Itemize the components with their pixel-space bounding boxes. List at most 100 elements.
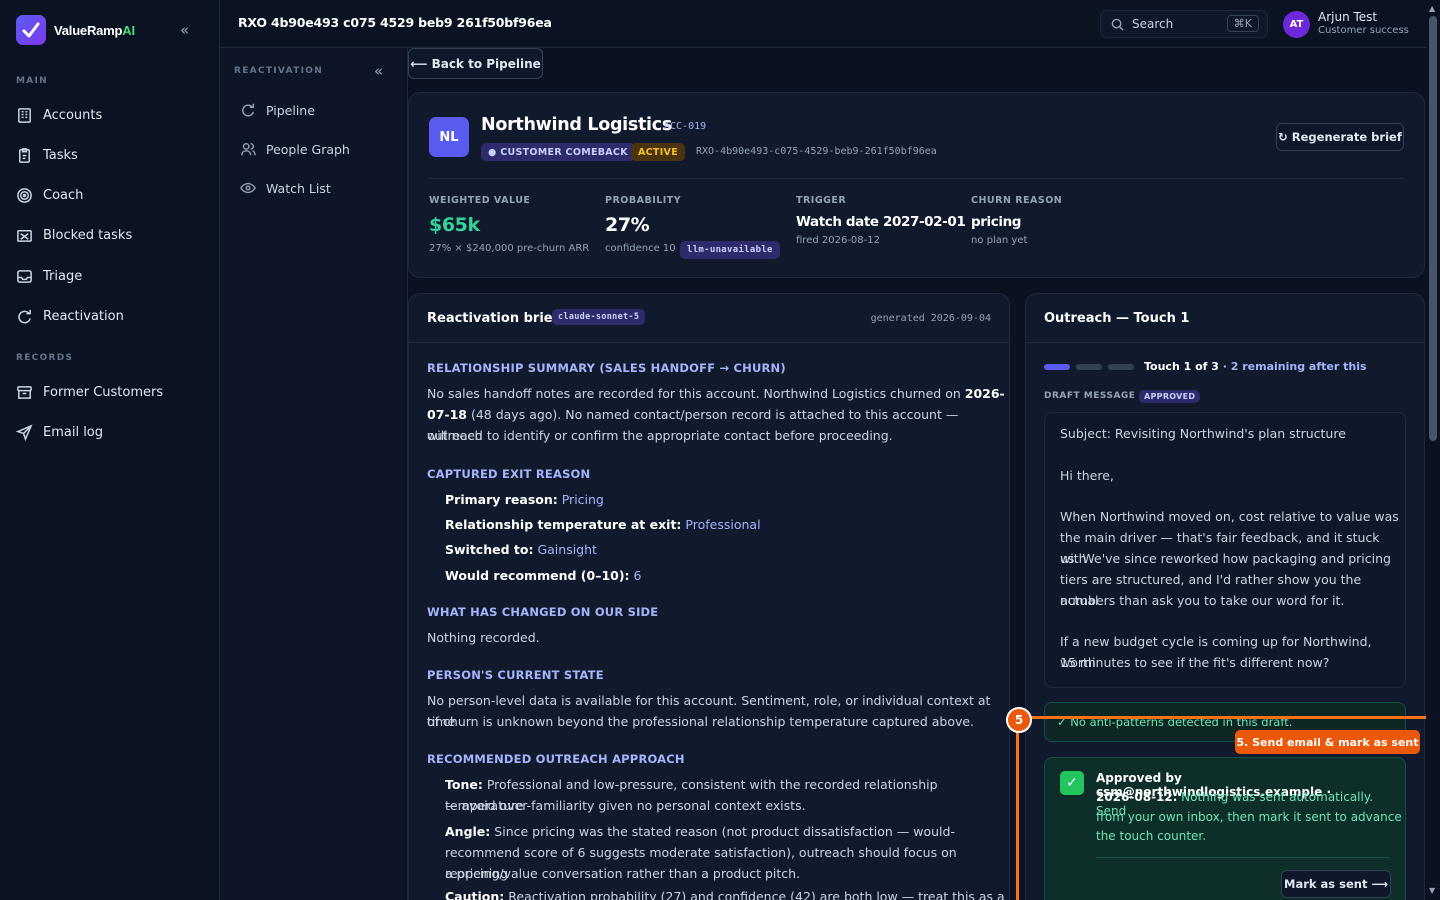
top-bar: RXO 4b90e493 c075 4529 beb9 261f50bf96ea…: [220, 0, 1426, 48]
sidebar-item-reactivation[interactable]: Reactivation: [16, 304, 206, 328]
outreach-title: Outreach — Touch 1: [1044, 311, 1190, 326]
section-heading: RECOMMENDED OUTREACH APPROACH: [427, 752, 685, 766]
approach-text: a pricing/value conversation rather than…: [445, 866, 801, 881]
sidebar-item-tasks[interactable]: Tasks: [16, 143, 206, 167]
brand-name-text: ValueRamp: [54, 22, 123, 38]
churn-reason-value: pricing: [971, 214, 1022, 230]
brief-title: Reactivation brief: [427, 311, 559, 326]
account-ref: RXO-4b90e493-c075-4529-beb9-261f50bf96ea: [696, 146, 937, 157]
approach-tone: — avoid over-familiarity given no person…: [445, 795, 806, 816]
brand-suffix: AI: [122, 22, 135, 38]
reactivation-subnav: REACTIVATION « Pipeline People Graph Wat…: [220, 48, 408, 900]
sidebar-item-email-log[interactable]: Email log: [16, 420, 206, 444]
sidebar-item-label: Triage: [43, 268, 83, 284]
draft-line: numbers than ask you to take our word fo…: [1060, 593, 1345, 608]
text: No sales handoff notes are recorded for …: [427, 386, 965, 401]
subnav-item-people-graph[interactable]: People Graph: [240, 141, 350, 157]
stat-sub: no plan yet: [971, 235, 1028, 246]
user-name[interactable]: Arjun Test: [1318, 10, 1377, 24]
outreach-card: Outreach — Touch 1 Touch 1 of 3 · 2 rema…: [1025, 293, 1425, 900]
collapse-sidebar-icon[interactable]: «: [180, 23, 189, 38]
approved-check-icon: ✓: [1060, 771, 1084, 795]
draft-line: us. We've since reworked how packaging a…: [1060, 551, 1391, 566]
reactivation-brief-card: Reactivation brief claude-sonnet-5 gener…: [408, 293, 1010, 900]
sidebar-item-former-customers[interactable]: Former Customers: [16, 380, 206, 404]
exit-reason-row: Relationship temperature at exit: Profes…: [445, 517, 761, 532]
llm-unavailable-badge: llm-unavailable: [680, 241, 780, 259]
sidebar-item-label: Former Customers: [43, 384, 164, 400]
approach-text: Since pricing was the stated reason (not…: [494, 824, 955, 839]
exit-reason-row: Would recommend (0–10): 6: [445, 568, 641, 583]
approach-key: Caution:: [445, 889, 505, 900]
brand-logo: [16, 15, 46, 45]
search-input[interactable]: Search ⌘K: [1100, 10, 1268, 38]
back-to-pipeline-button[interactable]: ⟵ Back to Pipeline: [408, 48, 543, 79]
user-role: Customer success: [1318, 25, 1409, 36]
draft-line: Hi there,: [1060, 468, 1114, 483]
approach-angle: a pricing/value conversation rather than…: [445, 863, 800, 884]
subnav-item-pipeline[interactable]: Pipeline: [240, 102, 315, 118]
section-label-main: MAIN: [16, 76, 49, 86]
approach-text: — avoid over-familiarity given no person…: [445, 798, 806, 813]
mark-as-sent-button[interactable]: Mark as sent ⟶: [1281, 870, 1391, 898]
people-icon: [241, 142, 256, 156]
draft-line: 15 minutes to see if the fit's different…: [1060, 655, 1330, 670]
churn-date-part: 2026-: [964, 386, 1005, 401]
stat-sub: 27% × $240,000 pre-churn ARR: [429, 243, 590, 254]
tutorial-step-marker[interactable]: 5: [1006, 707, 1032, 733]
sidebar-item-accounts[interactable]: Accounts: [16, 103, 206, 127]
search-icon: [1111, 18, 1124, 31]
blocked-icon: [17, 229, 32, 242]
sidebar-item-label: Email log: [43, 424, 104, 440]
stat-label: CHURN REASON: [971, 195, 1063, 206]
section-heading: CAPTURED EXIT REASON: [427, 467, 591, 481]
avatar[interactable]: AT: [1283, 11, 1310, 38]
model-badge: claude-sonnet-5: [552, 309, 646, 325]
brand[interactable]: ValueRampAI: [16, 15, 135, 45]
eye-icon: [240, 182, 256, 194]
inbox-icon: [17, 269, 32, 283]
archive-icon: [17, 385, 32, 399]
main-sidebar: ValueRampAI « MAIN Accounts Tasks Coach …: [0, 0, 220, 900]
stat-label: TRIGGER: [796, 195, 847, 206]
sidebar-item-label: Accounts: [43, 107, 103, 123]
sidebar-item-label: Blocked tasks: [43, 227, 133, 243]
scrollbar[interactable]: ▲ ▼: [1426, 0, 1440, 900]
subnav-item-label: Watch List: [266, 180, 331, 196]
sidebar-item-label: Reactivation: [43, 308, 124, 324]
collapse-subnav-icon[interactable]: «: [374, 64, 383, 79]
sidebar-item-coach[interactable]: Coach: [16, 183, 206, 207]
scroll-up-icon[interactable]: ▲: [1429, 4, 1435, 13]
section-label-records: RECORDS: [16, 353, 74, 363]
churn-date-part: 07-18: [427, 407, 467, 422]
account-header-card: NL Northwind Logistics ACC-019 ● CUSTOME…: [408, 92, 1425, 278]
generated-timestamp: generated 2026-09-04: [870, 313, 991, 324]
touch-remaining: · 2 remaining after this: [1222, 360, 1367, 373]
person-state-line: of churn is unknown beyond the professio…: [427, 714, 975, 729]
scrollbar-thumb[interactable]: [1429, 16, 1437, 441]
account-id: ACC-019: [664, 121, 707, 132]
sidebar-item-triage[interactable]: Triage: [16, 264, 206, 288]
weighted-value: $65k: [429, 214, 480, 236]
sidebar-item-blocked-tasks[interactable]: Blocked tasks: [16, 223, 206, 247]
refresh-icon: [242, 103, 255, 117]
exit-key: Would recommend (0–10):: [445, 568, 630, 583]
relationship-summary-line: will need to identify or confirm the app…: [427, 428, 893, 443]
touch-counter: Touch 1 of 3 · 2 remaining after this: [1144, 360, 1367, 373]
regenerate-brief-button[interactable]: ↻ Regenerate brief: [1276, 123, 1404, 151]
target-icon: [17, 187, 32, 203]
main-content: ⟵ Back to Pipeline NL Northwind Logistic…: [408, 48, 1426, 900]
subnav-label: REACTIVATION: [234, 66, 324, 76]
account-name: Northwind Logistics: [481, 115, 672, 135]
touch-progress-step-3: [1108, 364, 1134, 370]
approved-badge: APPROVED: [1139, 390, 1201, 403]
exit-value: Gainsight: [537, 542, 597, 557]
subnav-item-watch-list[interactable]: Watch List: [240, 180, 331, 196]
touch-label: Touch 1 of 3: [1144, 360, 1219, 373]
touch-progress-step-1: [1044, 364, 1070, 370]
scroll-down-icon[interactable]: ▼: [1429, 886, 1435, 895]
checkmark-logo-icon: [22, 22, 40, 38]
touch-progress-step-2: [1076, 364, 1102, 370]
search-shortcut-badge: ⌘K: [1226, 15, 1259, 32]
draft-message-box[interactable]: Subject: Revisiting Northwind's plan str…: [1044, 412, 1406, 688]
